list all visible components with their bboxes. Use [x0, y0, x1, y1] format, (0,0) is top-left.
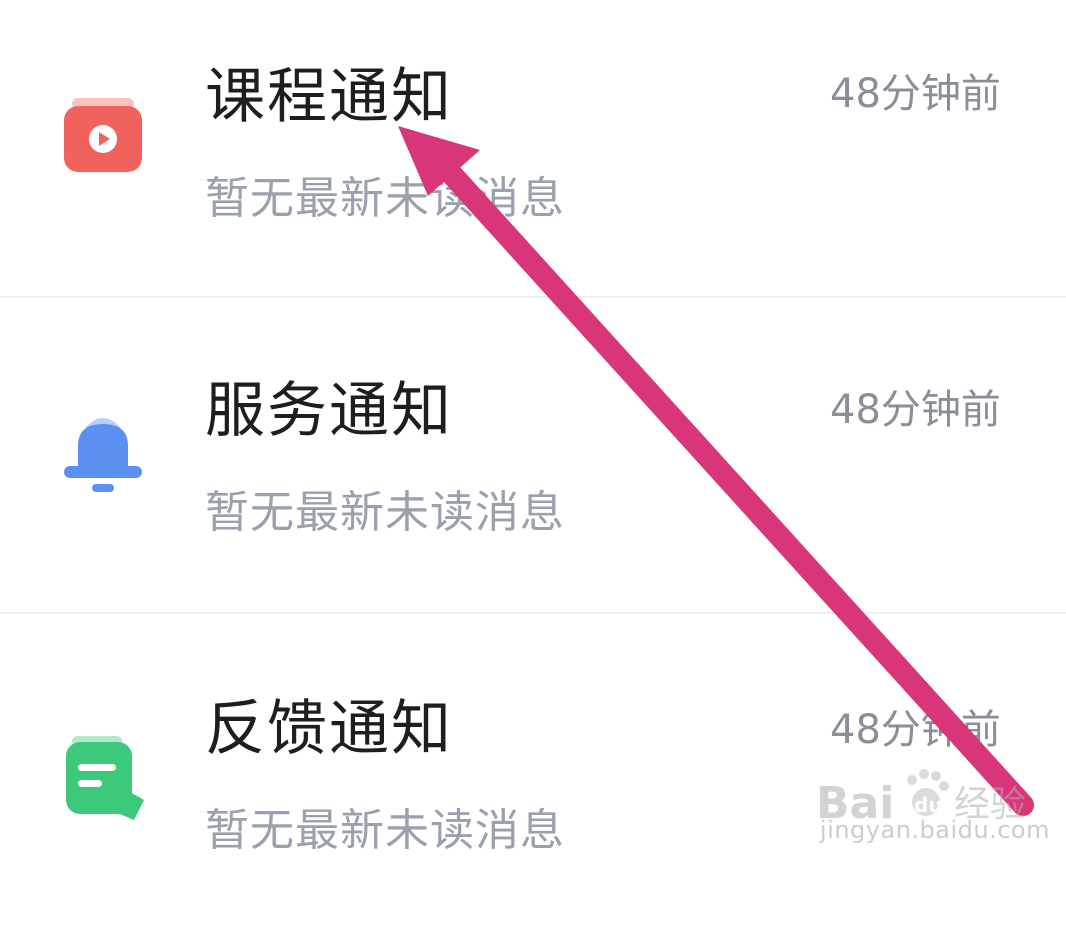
notification-time: 48分钟前 [830, 71, 1001, 117]
notification-time: 48分钟前 [830, 707, 1001, 753]
note-edit-icon [58, 734, 148, 824]
notification-list: 课程通知 48分钟前 暂无最新未读消息 服务通知 48分钟前 暂无最新未读消息 [0, 0, 1066, 870]
notification-title: 课程通知 [205, 62, 453, 132]
notification-subtitle: 暂无最新未读消息 [205, 487, 565, 538]
notification-title: 服务通知 [205, 376, 453, 446]
notification-time: 48分钟前 [830, 387, 1001, 433]
notification-title: 反馈通知 [205, 694, 453, 764]
svg-text:du: du [914, 793, 943, 817]
notification-item-service[interactable]: 服务通知 48分钟前 暂无最新未读消息 [0, 296, 1066, 612]
notification-item-course[interactable]: 课程通知 48分钟前 暂无最新未读消息 [0, 0, 1066, 316]
bell-icon [58, 410, 148, 500]
baidu-watermark: Bai du 经验 jingyan.baidu.com [814, 758, 1049, 858]
video-play-icon [58, 92, 148, 182]
watermark-url: jingyan.baidu.com [820, 816, 1050, 844]
notification-subtitle: 暂无最新未读消息 [205, 805, 565, 856]
notification-subtitle: 暂无最新未读消息 [205, 173, 565, 224]
